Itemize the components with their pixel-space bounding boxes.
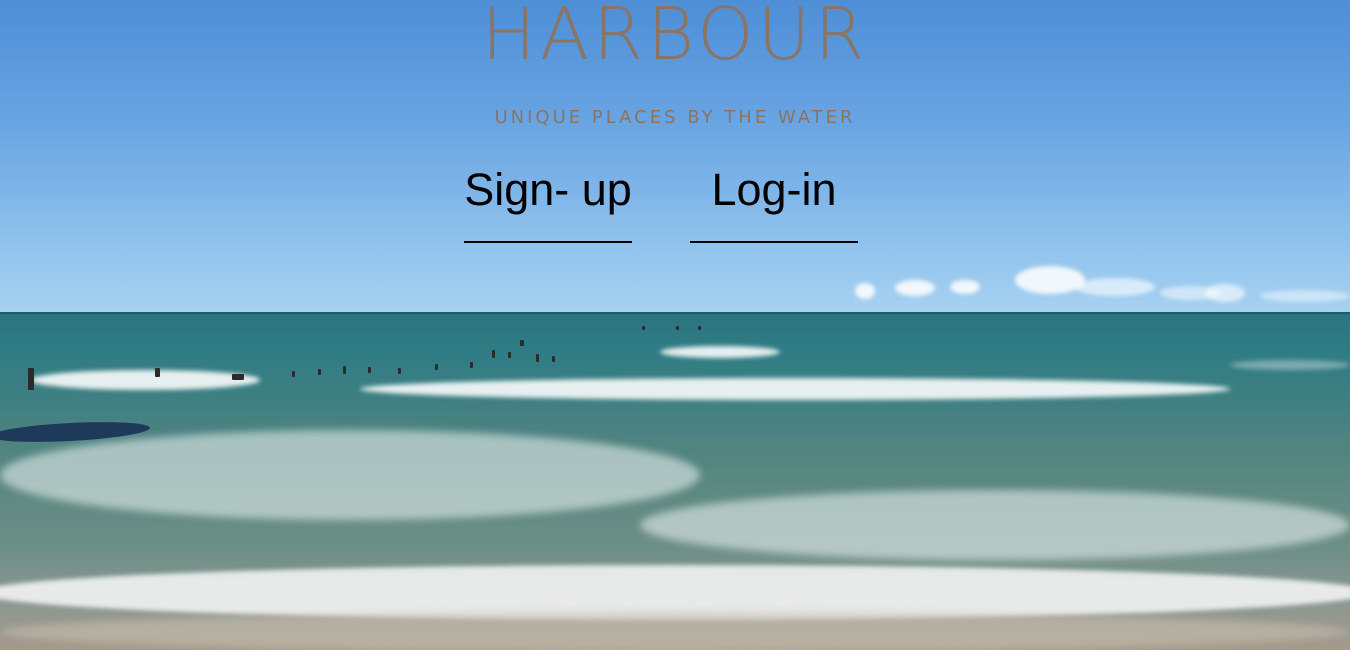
groyne-post: [28, 368, 34, 390]
groyne-post: [343, 366, 346, 374]
brand-tagline: UNIQUE PLACES BY THE WATER: [494, 107, 856, 128]
wave-crest: [30, 370, 260, 390]
wave-crest: [360, 378, 1230, 400]
groyne-post: [642, 326, 645, 330]
cloud: [950, 280, 980, 294]
groyne-post: [536, 354, 539, 362]
cloud: [1015, 266, 1085, 294]
login-label: Log-in: [711, 164, 837, 215]
cloud: [1075, 278, 1155, 296]
groyne-post: [435, 364, 438, 370]
foam: [0, 612, 1350, 650]
groyne-post: [552, 356, 555, 362]
cloud: [895, 280, 935, 296]
wave-crest: [1230, 360, 1350, 370]
foam: [0, 430, 700, 520]
login-underline: [690, 241, 858, 243]
signup-button[interactable]: Sign- up: [464, 163, 632, 243]
signup-underline: [464, 241, 632, 243]
groyne-post: [676, 326, 679, 330]
groyne-post: [470, 362, 473, 368]
groyne-post: [292, 371, 295, 377]
background-photo: [0, 0, 1350, 650]
brand-logo: HARBOUR: [481, 0, 869, 76]
login-button[interactable]: Log-in: [690, 163, 858, 243]
cloud: [1260, 290, 1350, 302]
wave-crest: [660, 346, 780, 358]
groyne-post: [318, 369, 321, 375]
horizon: [0, 312, 1350, 314]
cloud: [855, 283, 875, 299]
groyne-post: [492, 350, 495, 358]
groyne-post: [368, 367, 371, 373]
groyne-post: [520, 340, 524, 346]
groyne-post: [232, 374, 244, 380]
groyne-post: [508, 352, 511, 358]
groyne-post: [155, 368, 160, 377]
signup-label: Sign- up: [464, 164, 632, 215]
cloud: [1205, 284, 1245, 302]
groyne-post: [398, 368, 401, 374]
foam: [640, 490, 1350, 560]
groyne-post: [698, 326, 701, 330]
